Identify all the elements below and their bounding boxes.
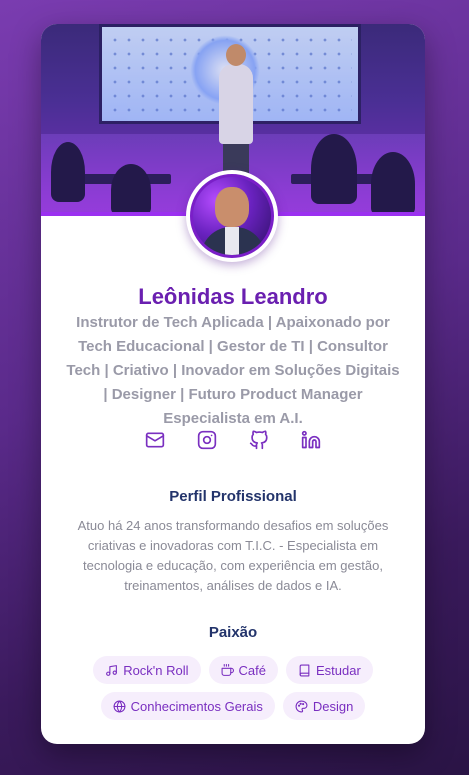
instagram-icon [197,430,217,450]
profile-name: Leônidas Leandro [138,284,328,309]
tag-row-2: Conhecimentos Gerais Design [61,692,405,720]
tag-label: Café [238,662,266,678]
perfil-text: Atuo há 24 anos transformando desafios e… [77,518,389,593]
tag-cafe[interactable]: Café [208,656,278,684]
mail-icon [145,432,165,448]
social-links [41,429,425,459]
coffee-icon [221,663,234,676]
github-icon [249,430,268,450]
tag-estudar[interactable]: Estudar [286,656,373,684]
github-link[interactable] [248,429,270,451]
tag-label: Design [312,698,354,714]
tag-label: Rock'n Roll [123,662,189,678]
perfil-title: Perfil Profissional [169,488,297,505]
profile-bio: Instrutor de Tech Aplicada | Apaixonado … [66,314,400,427]
avatar [186,170,278,262]
tag-label: Estudar [316,662,361,678]
profile-card: Leônidas Leandro Instrutor de Tech Aplic… [41,24,425,744]
globe-icon [113,700,126,712]
tag-conhecimentos[interactable]: Conhecimentos Gerais [100,692,275,720]
linkedin-icon [301,430,321,449]
book-icon [299,664,310,676]
paixao-title: Paixão [208,624,258,641]
mail-link[interactable] [144,429,166,451]
linkedin-link[interactable] [300,429,322,451]
tag-label: Conhecimentos Gerais [130,698,263,714]
instagram-link[interactable] [196,429,218,451]
music-note-icon [106,664,118,676]
tag-rock[interactable]: Rock'n Roll [93,656,201,684]
tag-row-1: Rock'n Roll Café Estudar [61,656,405,684]
palette-icon [295,700,308,712]
tag-design[interactable]: Design [282,692,366,720]
